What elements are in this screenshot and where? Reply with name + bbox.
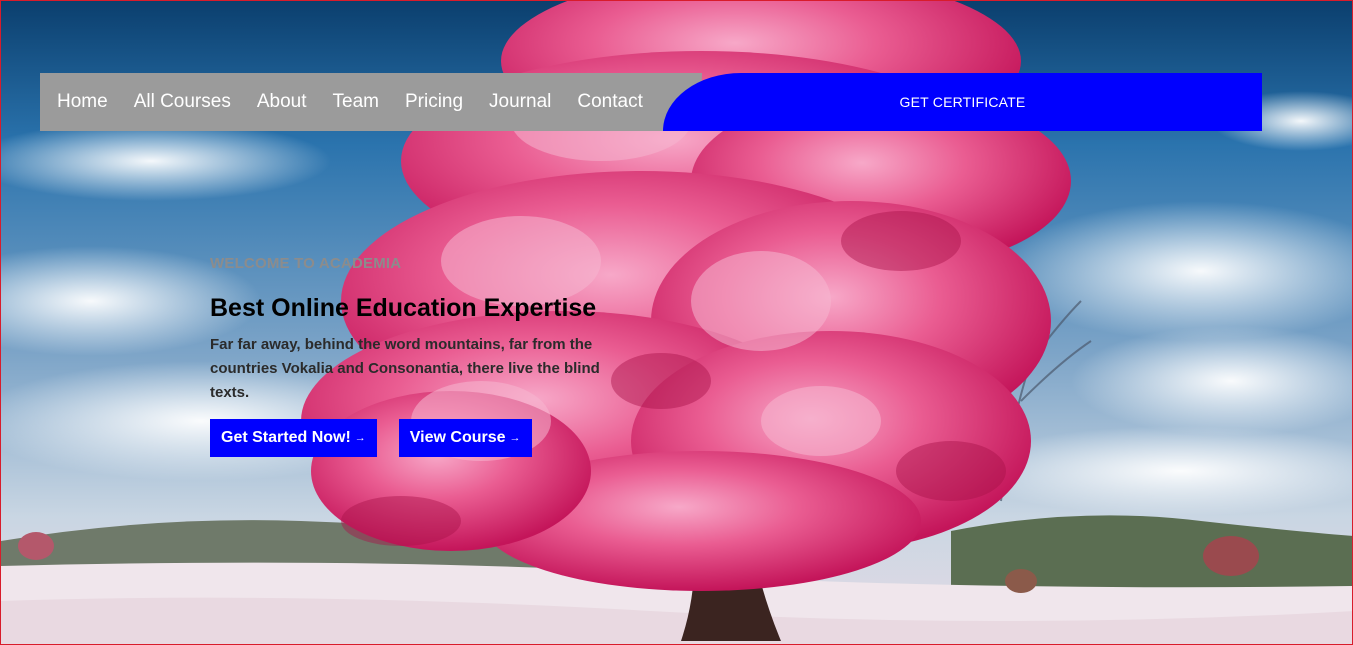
hero-content: WELCOME TO ACADEMIA Best Online Educatio…: [210, 255, 640, 457]
get-started-button[interactable]: Get Started Now! →: [210, 419, 377, 457]
view-course-button[interactable]: View Course →: [398, 419, 532, 457]
nav-item-pricing[interactable]: Pricing: [405, 91, 463, 113]
arrow-right-icon: →: [509, 432, 521, 444]
hero-title: Best Online Education Expertise: [210, 294, 597, 322]
nav-item-contact[interactable]: Contact: [577, 91, 642, 113]
get-started-label: Get Started Now!: [221, 429, 351, 446]
nav-menu: Home All Courses About Team Pricing Jour…: [40, 73, 702, 131]
view-course-label: View Course: [409, 429, 506, 446]
hero-section: Home All Courses About Team Pricing Jour…: [0, 0, 1353, 645]
nav-item-team[interactable]: Team: [333, 91, 379, 113]
arrow-right-icon: →: [354, 432, 366, 444]
nav-item-journal[interactable]: Journal: [489, 91, 551, 113]
hero-eyebrow: WELCOME TO ACADEMIA: [210, 255, 402, 272]
hero-buttons: Get Started Now! → View Course →: [210, 419, 640, 457]
get-certificate-button[interactable]: GET CERTIFICATE: [663, 73, 1262, 131]
nav-item-home[interactable]: Home: [57, 91, 108, 113]
main-navbar: Home All Courses About Team Pricing Jour…: [40, 73, 1262, 131]
hero-description: Far far away, behind the word mountains,…: [210, 336, 600, 401]
nav-item-all-courses[interactable]: All Courses: [134, 91, 231, 113]
nav-item-about[interactable]: About: [257, 91, 307, 113]
